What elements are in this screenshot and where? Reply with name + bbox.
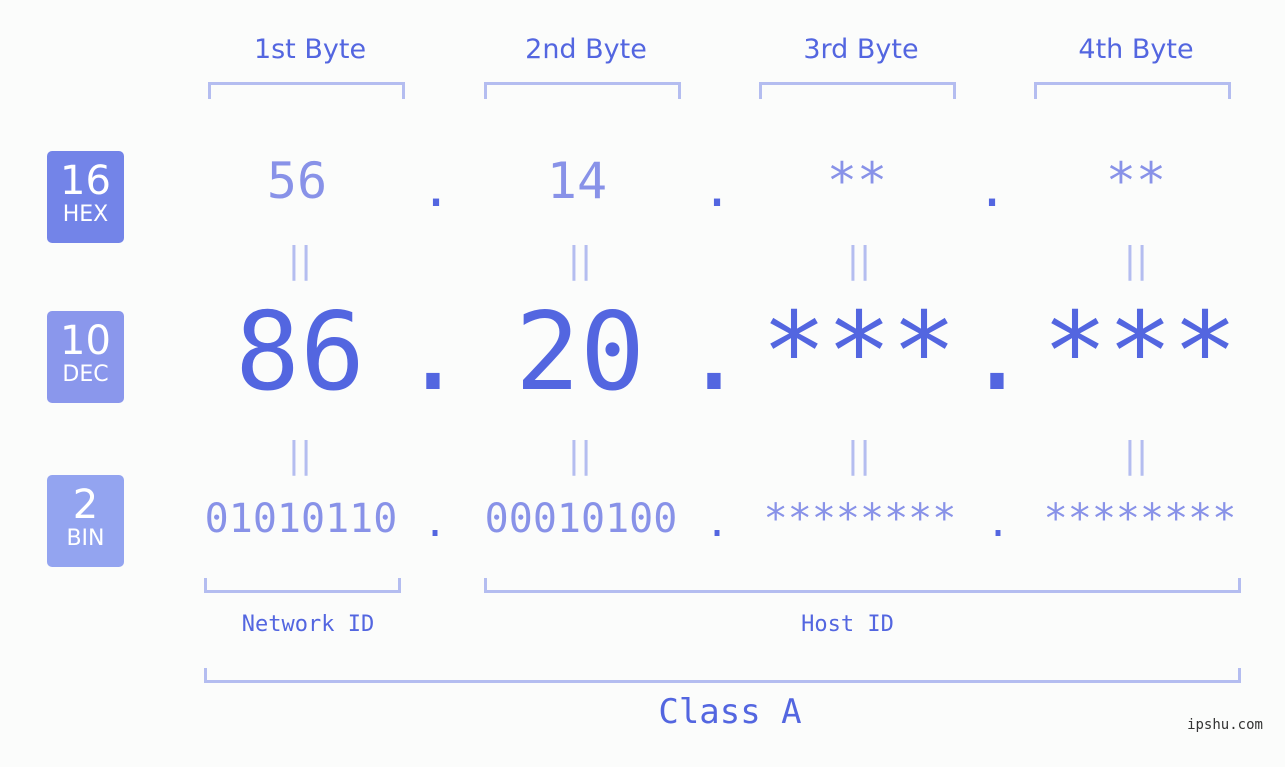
dec-badge: 10 DEC (47, 311, 124, 403)
dec-byte-2: 20 (514, 290, 646, 415)
byte-header-2: 2nd Byte (525, 34, 647, 65)
host-id-bracket (484, 578, 1241, 593)
network-id-bracket (204, 578, 401, 593)
equals-sign: || (846, 240, 872, 281)
dec-base-label: DEC (62, 362, 109, 387)
class-bracket (204, 668, 1241, 683)
hex-byte-3: ** (826, 152, 888, 210)
bin-base-label: BIN (66, 526, 105, 551)
hex-byte-1: 56 (266, 152, 328, 210)
byte-bracket-2 (484, 82, 681, 99)
byte-bracket-3 (759, 82, 956, 99)
bin-base-number: 2 (72, 482, 99, 528)
hex-byte-4: ** (1105, 152, 1167, 210)
dec-byte-1: 86 (234, 290, 366, 415)
equals-sign: || (567, 240, 593, 281)
dec-base-number: 10 (60, 318, 111, 364)
hex-dot-1: . (420, 160, 452, 218)
hex-byte-2: 14 (546, 152, 608, 210)
equals-sign: || (287, 435, 313, 476)
byte-header-1: 1st Byte (253, 34, 367, 65)
byte-header-3: 3rd Byte (803, 34, 919, 65)
equals-sign: || (287, 240, 313, 281)
byte-header-4: 4th Byte (1078, 34, 1194, 65)
bin-dot-1: . (422, 500, 448, 546)
hex-badge: 16 HEX (47, 151, 124, 243)
class-label: Class A (658, 692, 802, 732)
bin-byte-3: ******** (763, 496, 957, 542)
byte-bracket-4 (1034, 82, 1231, 99)
host-id-label: Host ID (801, 612, 894, 637)
equals-sign: || (1123, 435, 1149, 476)
hex-dot-3: . (976, 160, 1008, 218)
bin-byte-4: ******** (1043, 496, 1237, 542)
hex-dot-2: . (701, 160, 733, 218)
hex-base-label: HEX (62, 202, 109, 227)
equals-sign: || (846, 435, 872, 476)
dec-byte-4: *** (1042, 290, 1238, 415)
hex-base-number: 16 (60, 158, 111, 204)
bin-byte-1: 01010110 (204, 496, 398, 542)
watermark: ipshu.com (1187, 717, 1263, 733)
equals-sign: || (1123, 240, 1149, 281)
bin-badge: 2 BIN (47, 475, 124, 567)
bin-byte-2: 00010100 (484, 496, 678, 542)
equals-sign: || (567, 435, 593, 476)
network-id-label: Network ID (241, 612, 375, 637)
dec-byte-3: *** (761, 290, 957, 415)
byte-bracket-1 (208, 82, 405, 99)
